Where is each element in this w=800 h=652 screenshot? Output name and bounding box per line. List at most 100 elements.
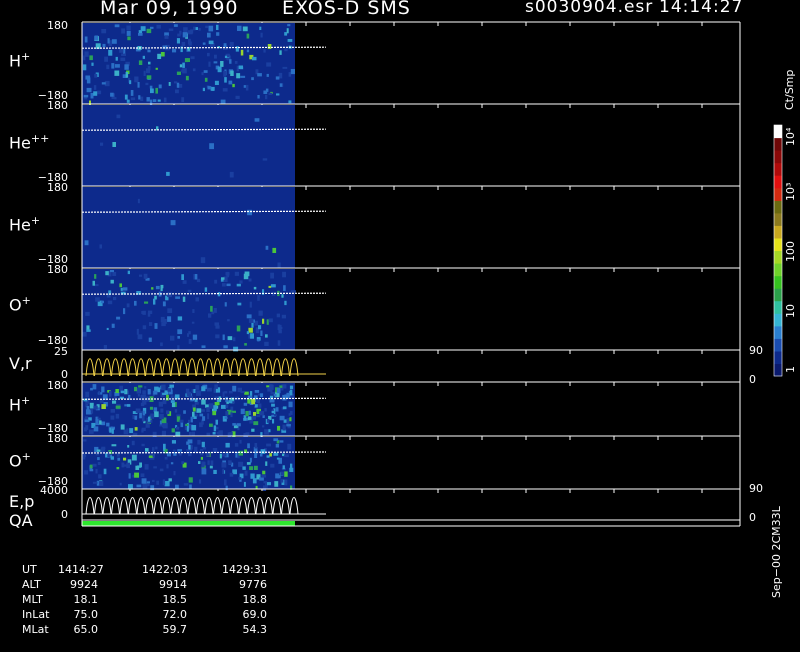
spectrogram-cell (258, 325, 262, 330)
spectrogram-cell (155, 87, 158, 94)
spectrogram-cell (181, 97, 185, 103)
ytick-max: 180 (47, 181, 68, 194)
spectrogram-cell (174, 81, 178, 84)
colorbar-segment (774, 250, 782, 264)
spectrogram-cell (157, 99, 161, 102)
spectrogram-cell (153, 390, 158, 395)
spectrogram-cell (277, 425, 281, 431)
spectrogram-cell (98, 474, 102, 479)
spectrogram-cell (138, 95, 141, 100)
spectrogram-cell (83, 454, 87, 458)
spectrogram-cell (134, 386, 138, 392)
spectrogram-cell (125, 72, 129, 78)
spectrogram-cell (215, 334, 220, 339)
spectrogram-cell (101, 386, 105, 393)
spectrogram-cell (166, 171, 170, 176)
spectrogram-cell (150, 88, 154, 94)
spectrogram-cell (201, 72, 204, 76)
spectrogram-cell (248, 318, 254, 323)
spectrogram-cell (129, 80, 132, 85)
spectrogram-cell (272, 247, 277, 253)
spectrogram-cell (119, 48, 124, 53)
spectrogram-cell (90, 408, 94, 414)
spectrogram-cell (126, 303, 130, 308)
spectrogram-cell (150, 26, 154, 29)
spectrogram-cell (134, 76, 139, 83)
spectrogram-cell (181, 274, 184, 280)
spectrogram-cell (246, 33, 250, 39)
spectrogram-cell (139, 462, 142, 467)
spectrogram-cell (247, 398, 251, 404)
spectrogram-cell (152, 479, 155, 482)
spectrogram-cell (107, 300, 113, 305)
spectrogram-cell (190, 416, 193, 423)
spectrogram-cell (120, 390, 126, 394)
spectrogram-cell (202, 42, 206, 45)
spectrogram-cell (86, 406, 90, 412)
spectrogram-cell (234, 443, 239, 447)
spectrogram-cell (288, 100, 292, 104)
spectrogram-cell (263, 485, 267, 491)
spectrogram-cell (115, 389, 119, 393)
spectrogram-cell (277, 340, 281, 346)
colorbar-segment (774, 212, 782, 226)
spectrogram-cell (198, 28, 201, 31)
spectrogram-cell (279, 415, 285, 421)
spectrogram-cell (186, 58, 190, 62)
spectrogram-cell (107, 38, 110, 44)
spectrogram-cell (271, 410, 275, 413)
spectrogram-cell (273, 438, 279, 442)
spectrogram-cell (95, 297, 100, 302)
spectrogram-cell (228, 460, 232, 465)
spectrogram-cell (159, 413, 164, 420)
spectrogram-cell (112, 142, 116, 147)
colorbar-segment (774, 363, 782, 377)
spectrogram-cell (114, 24, 120, 28)
spectrogram-cell (173, 471, 176, 476)
spectrogram-cell (140, 26, 146, 32)
spectrogram-cell (146, 28, 152, 34)
spectrogram-cell (144, 301, 149, 304)
spectrogram-cell (182, 280, 187, 284)
spectrogram-cell (262, 415, 265, 418)
spectrogram-cell (258, 310, 263, 316)
spectrogram-cell (176, 82, 180, 88)
spectrogram-cell (199, 479, 202, 484)
spectrogram-cell (279, 440, 284, 443)
spectrogram-cell (233, 346, 239, 352)
spectrogram-cell (257, 73, 262, 77)
spectrogram-cell (248, 278, 252, 282)
ytick-max: 180 (47, 263, 68, 276)
spectrogram-cell (92, 384, 97, 390)
spectrogram-cell (247, 416, 252, 421)
spectrogram-cell (284, 48, 288, 52)
spectrogram-cell (196, 390, 201, 396)
spectrogram-cell (110, 279, 114, 284)
footer-side-note: Sep−00 2CM33L (770, 506, 783, 598)
colorbar-segment (774, 263, 782, 277)
spectrogram-cell (141, 443, 145, 447)
spectrogram-cell (119, 482, 122, 486)
spectrogram-cell (242, 466, 246, 470)
spectrogram-cell (92, 463, 97, 467)
colorbar-segment (774, 350, 782, 364)
spectrogram-cell (188, 339, 192, 344)
spectrogram-cell (220, 61, 224, 67)
spectrogram-cell (240, 49, 244, 56)
ytick-max: 180 (47, 19, 68, 32)
footer-column-3: 1429:31 9776 18.8 69.0 54.3 (222, 563, 268, 636)
spectrogram-cell (100, 300, 104, 304)
spectrogram-cell (245, 84, 249, 91)
spectrogram-cell (265, 461, 268, 466)
spectrogram-cell (160, 342, 163, 347)
spectrogram-cell (148, 337, 152, 342)
spectrogram-cell (284, 300, 287, 306)
spectrogram-cell (175, 484, 179, 489)
spectrogram-cell (121, 28, 126, 34)
spectrogram-cell (186, 391, 191, 397)
spectrogram-cell (116, 467, 120, 470)
spectrogram-cell (249, 391, 253, 396)
spectrogram-cell (254, 390, 260, 393)
spectrogram-cell (236, 423, 241, 427)
panel-label-he-plus-plus: He++ (9, 132, 50, 153)
